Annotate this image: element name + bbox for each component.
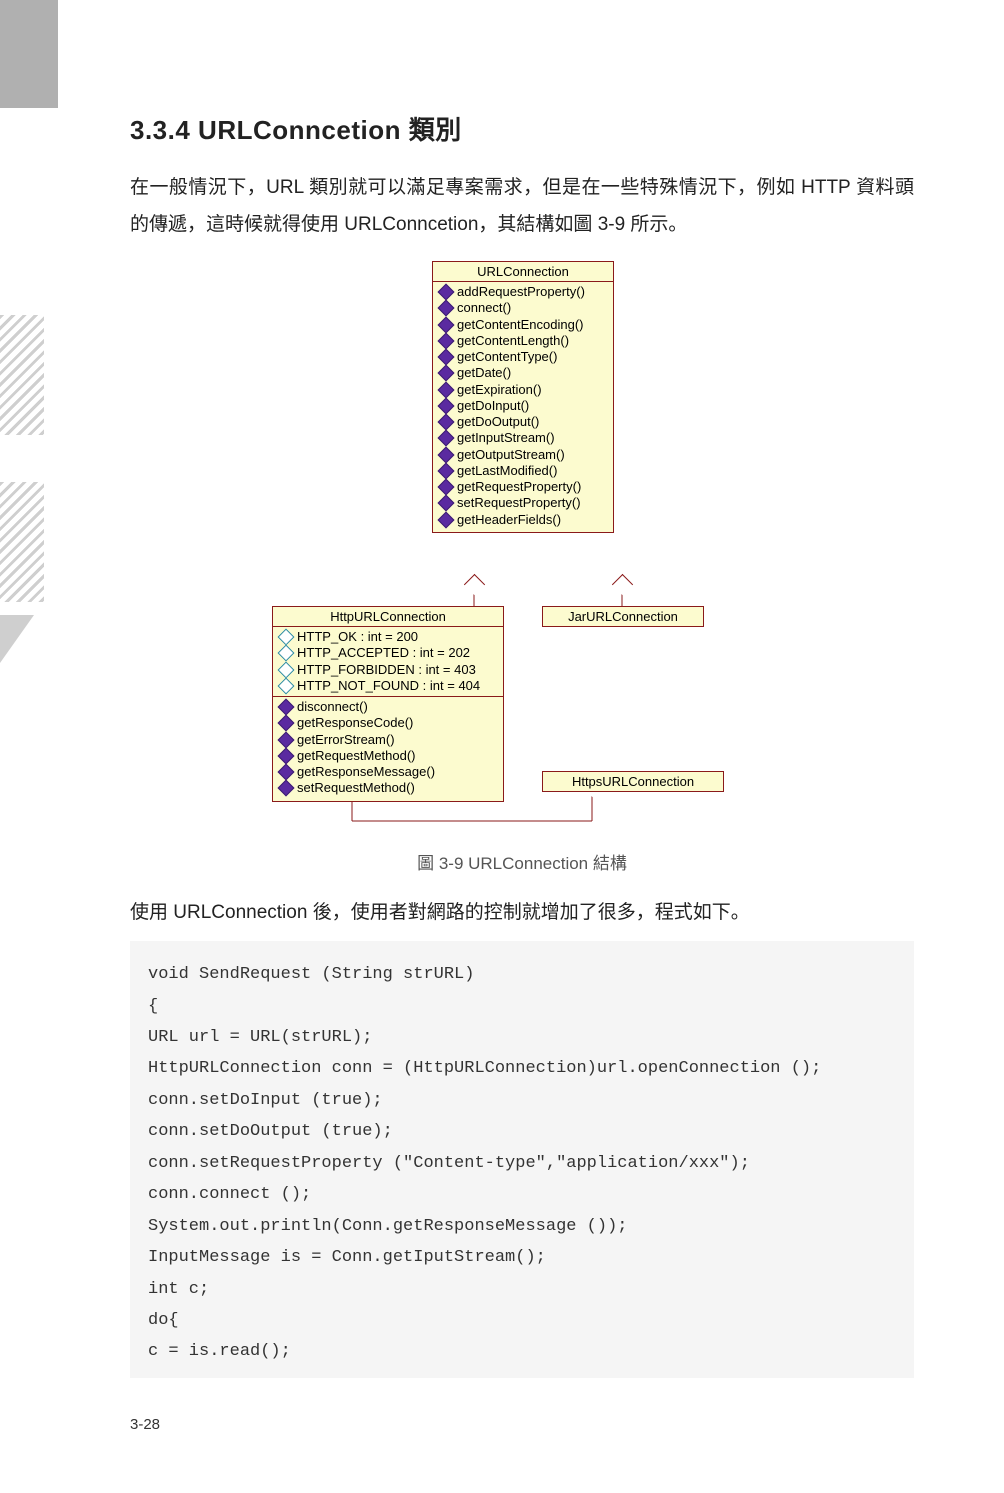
code-listing: void SendRequest (String strURL) { URL u… (130, 941, 914, 1378)
uml-diagram: URLConnection addRequestProperty()connec… (242, 261, 802, 841)
margin-tab (0, 0, 58, 108)
uml-class-title: HttpURLConnection (273, 607, 503, 627)
page: 3.3.4 URLConncetion 類別 在一般情況下，URL 類別就可以滿… (0, 0, 1004, 1493)
uml-class-httpurlconnection: HttpURLConnection HTTP_OK : int = 200HTT… (272, 606, 504, 802)
uml-class-body: HTTP_OK : int = 200HTTP_ACCEPTED : int =… (273, 627, 503, 801)
uml-class-title: URLConnection (433, 262, 613, 282)
uml-class-urlconnection: URLConnection addRequestProperty()connec… (432, 261, 614, 533)
margin-hatch-2 (0, 482, 44, 602)
after-paragraph: 使用 URLConnection 後，使用者對網路的控制就增加了很多，程式如下。 (130, 894, 914, 931)
figure-caption: 圖 3-9 URLConnection 結構 (130, 849, 914, 874)
page-number: 3-28 (130, 1416, 914, 1433)
uml-generalization-arrow (612, 574, 633, 595)
uml-class-body: addRequestProperty()connect()getContentE… (433, 282, 613, 532)
uml-class-title: HttpsURLConnection (543, 772, 723, 791)
uml-generalization-arrow (464, 574, 485, 595)
uml-class-httpsurlconnection: HttpsURLConnection (542, 771, 724, 792)
section-heading: 3.3.4 URLConncetion 類別 (130, 110, 914, 147)
uml-class-title: JarURLConnection (543, 607, 703, 626)
margin-hatch-1 (0, 315, 44, 435)
uml-class-jarurlconnection: JarURLConnection (542, 606, 704, 627)
margin-triangle (0, 615, 34, 663)
intro-paragraph: 在一般情況下，URL 類別就可以滿足專案需求，但是在一些特殊情況下，例如 HTT… (130, 169, 914, 243)
